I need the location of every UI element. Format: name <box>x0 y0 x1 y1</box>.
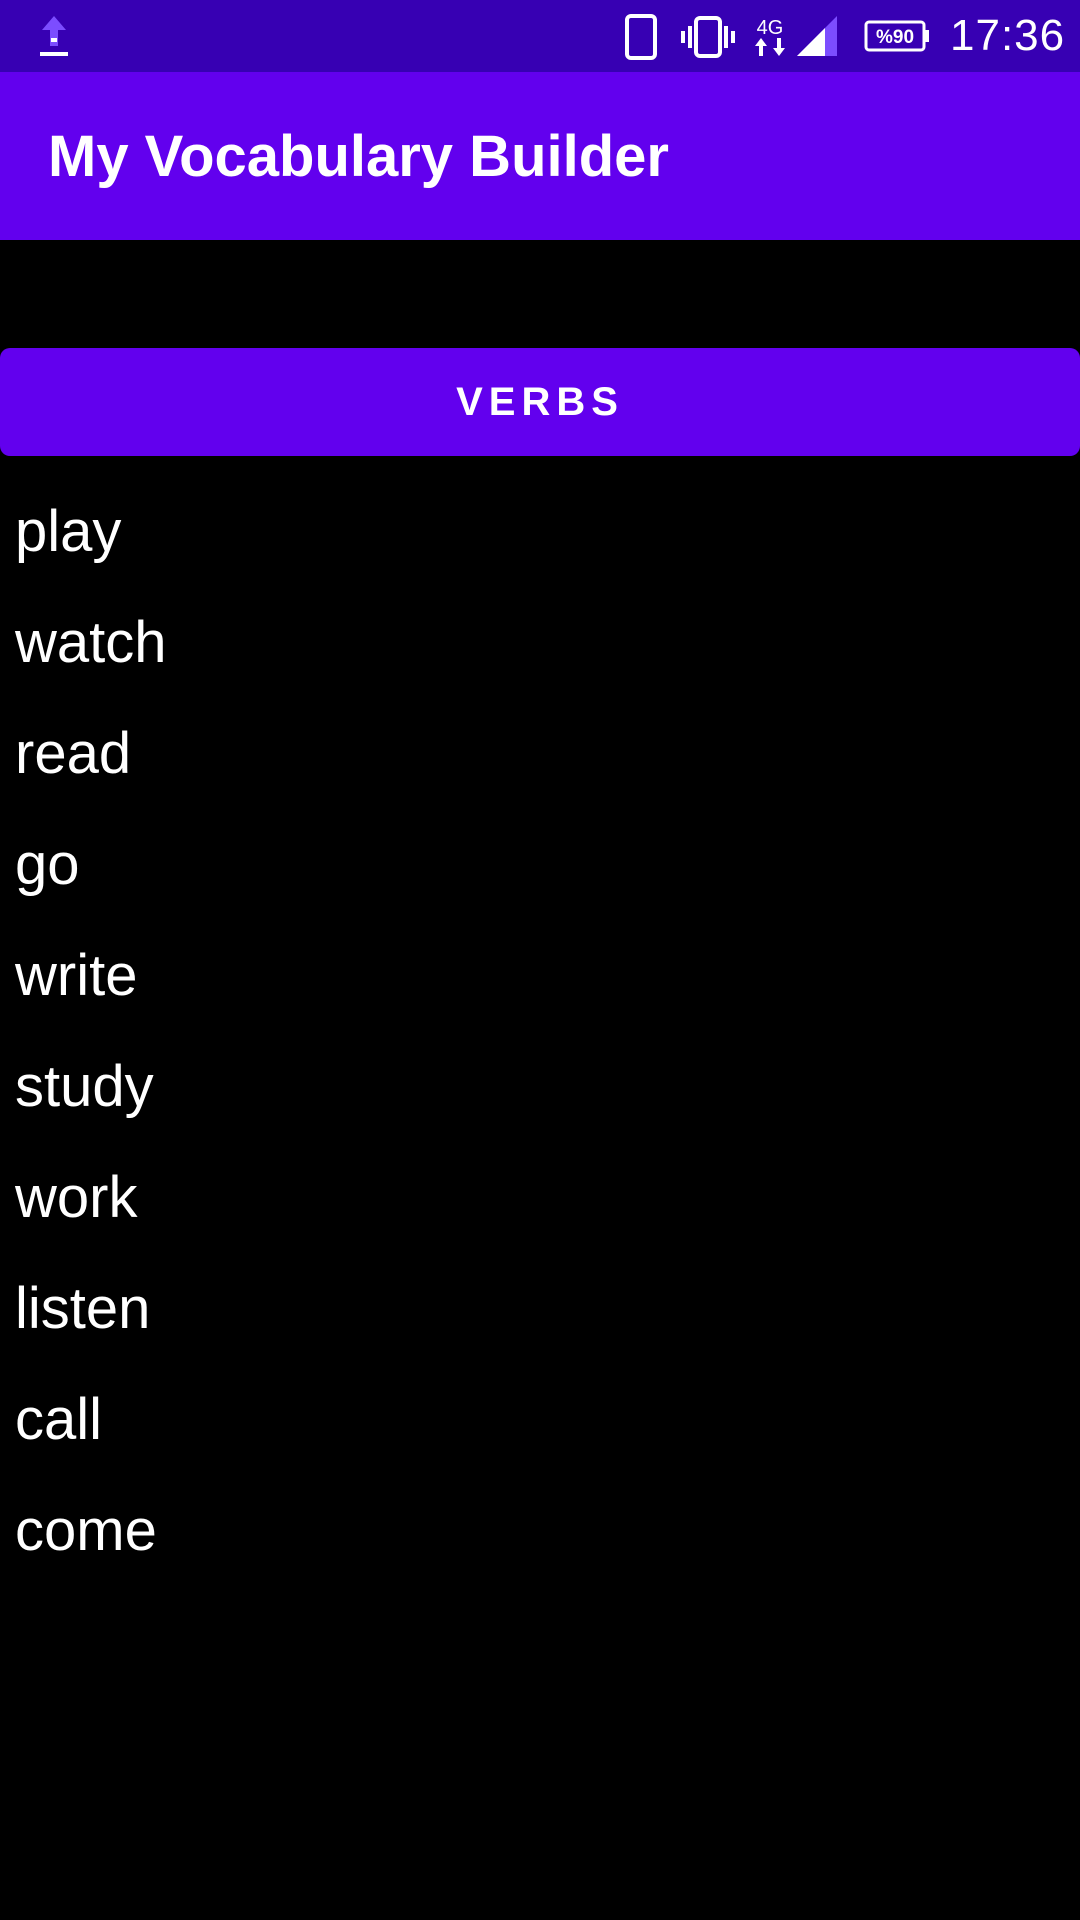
signal-icon <box>797 16 837 56</box>
list-item[interactable]: work <box>0 1142 1080 1253</box>
status-time: 17:36 <box>950 11 1066 60</box>
list-item[interactable]: read <box>0 698 1080 809</box>
battery-icon: %90 <box>864 20 929 52</box>
svg-text:4G: 4G <box>757 17 784 39</box>
app-title: My Vocabulary Builder <box>48 124 669 189</box>
list-item[interactable]: play <box>0 476 1080 587</box>
list-item[interactable]: write <box>0 920 1080 1031</box>
svg-text:%90: %90 <box>876 27 914 48</box>
upload-icon <box>40 16 68 56</box>
app-bar: My Vocabulary Builder <box>0 72 1080 240</box>
list-item[interactable]: call <box>0 1364 1080 1475</box>
list-item[interactable]: listen <box>0 1253 1080 1364</box>
network-4g-icon: 4G <box>755 17 785 56</box>
phone-icon <box>625 14 657 60</box>
verbs-button[interactable]: VERBS <box>0 348 1080 456</box>
status-bar: 4G %90 17:36 <box>0 0 1080 72</box>
vibrate-icon <box>681 16 735 58</box>
list-item[interactable]: study <box>0 1031 1080 1142</box>
list-item[interactable]: go <box>0 809 1080 920</box>
word-list: play watch read go write study work list… <box>0 476 1080 1586</box>
list-item[interactable]: come <box>0 1475 1080 1586</box>
list-item[interactable]: watch <box>0 587 1080 698</box>
